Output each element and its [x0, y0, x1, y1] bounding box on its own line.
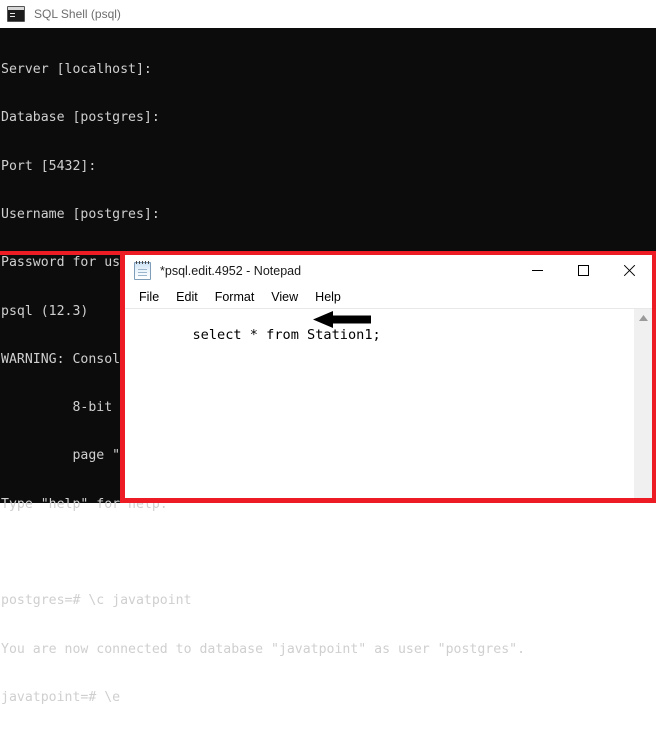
console-line: postgres=# \c javatpoint — [1, 593, 192, 609]
annotation-highlight-box: *psql.edit.4952 - Notepad File Edit Form… — [120, 251, 656, 503]
notepad-window: *psql.edit.4952 - Notepad File Edit Form… — [125, 255, 652, 498]
scroll-up-icon[interactable] — [635, 309, 652, 326]
minimize-icon — [531, 270, 543, 271]
menu-item-view[interactable]: View — [263, 288, 307, 306]
console-line: Database [postgres]: — [1, 110, 160, 126]
annotation-underline — [0, 251, 121, 255]
minimize-button[interactable] — [514, 255, 560, 286]
notepad-titlebar[interactable]: *psql.edit.4952 - Notepad — [125, 255, 652, 286]
console-line: Port [5432]: — [1, 158, 97, 174]
maximize-icon — [577, 265, 589, 276]
console-title: SQL Shell (psql) — [34, 7, 121, 21]
vertical-scrollbar[interactable] — [634, 309, 652, 498]
notepad-menubar: File Edit Format View Help — [125, 286, 652, 309]
menu-item-file[interactable]: File — [131, 288, 168, 306]
notepad-icon — [134, 261, 151, 280]
console-icon — [7, 6, 25, 22]
console-line: Username [postgres]: — [1, 207, 160, 223]
left-arrow-icon — [313, 311, 371, 328]
close-icon — [623, 264, 636, 277]
menu-item-format[interactable]: Format — [207, 288, 264, 306]
maximize-button[interactable] — [560, 255, 606, 286]
window-controls — [514, 255, 652, 286]
notepad-content-area: select * from Station1; — [125, 309, 652, 498]
notepad-text-editor[interactable]: select * from Station1; — [125, 309, 634, 498]
notepad-text-content: select * from Station1; — [192, 327, 381, 343]
menu-item-edit[interactable]: Edit — [168, 288, 207, 306]
console-line: You are now connected to database "javat… — [1, 641, 526, 657]
close-button[interactable] — [606, 255, 652, 286]
console-titlebar[interactable]: SQL Shell (psql) — [0, 0, 656, 28]
notepad-title: *psql.edit.4952 - Notepad — [160, 263, 302, 278]
menu-item-help[interactable]: Help — [307, 288, 350, 306]
console-line: Server [localhost]: — [1, 62, 152, 78]
console-prompt-line: javatpoint=# \e — [1, 689, 121, 705]
